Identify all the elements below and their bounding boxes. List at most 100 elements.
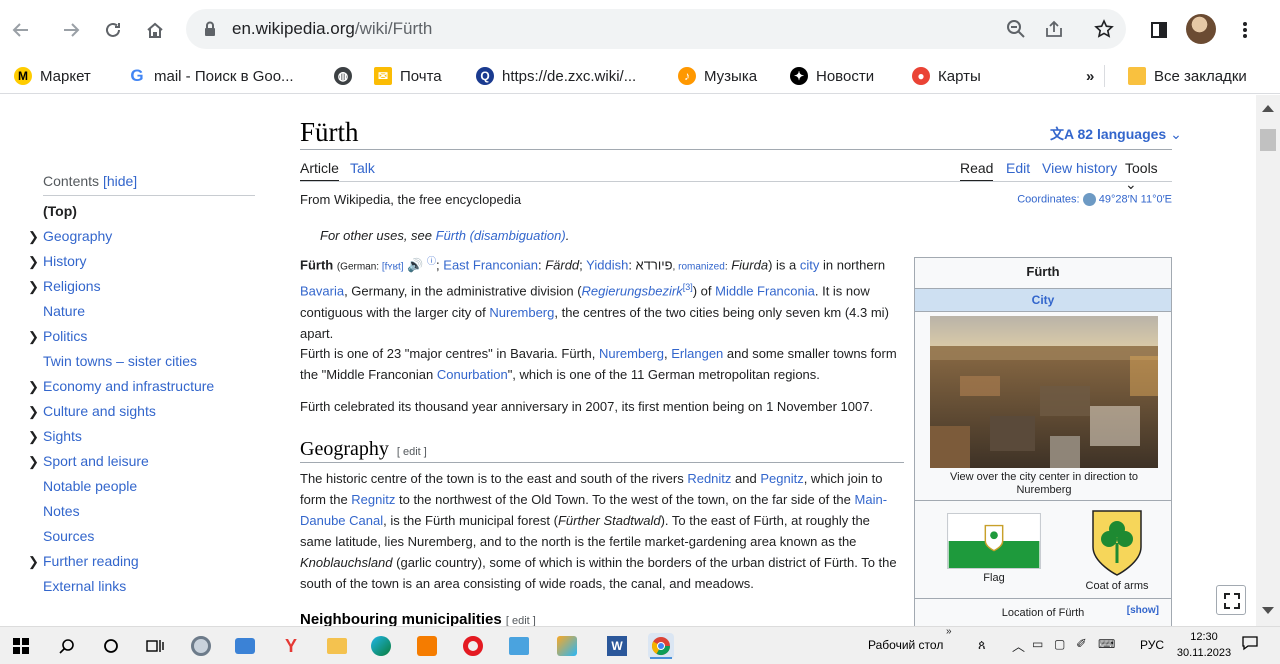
chevron-right-icon[interactable]: ❯: [28, 424, 39, 449]
tab-tools[interactable]: Tools ⌄: [1125, 160, 1172, 193]
forward-arrow-icon[interactable]: [54, 13, 88, 47]
toc-item-politics[interactable]: ❯ Politics: [28, 324, 258, 349]
reload-icon[interactable]: [96, 13, 130, 47]
tab-edit[interactable]: Edit: [1006, 160, 1030, 176]
address-bar[interactable]: en.wikipedia.org/wiki/Fürth: [186, 9, 1126, 49]
toc-item-nature[interactable]: Nature: [28, 299, 258, 324]
menu-kebab-icon[interactable]: [1228, 13, 1262, 47]
zoom-out-icon[interactable]: [1004, 17, 1028, 41]
people-icon[interactable]: ጰ: [978, 637, 986, 653]
bookmark-pochta[interactable]: ✉ Почта: [374, 66, 442, 86]
flag-image[interactable]: [947, 513, 1041, 569]
network-icon[interactable]: ▢: [1054, 637, 1065, 651]
toc-item-external-links[interactable]: External links: [28, 574, 258, 599]
chevron-right-icon[interactable]: ❯: [28, 249, 39, 274]
bookmark-globe[interactable]: ◍: [334, 66, 360, 86]
bookmark-maps[interactable]: ● Карты: [912, 66, 981, 86]
paint-app-icon[interactable]: [554, 633, 580, 659]
all-bookmarks-folder[interactable]: Все закладки: [1128, 66, 1247, 86]
edit-section-link[interactable]: [ edit ]: [397, 446, 427, 458]
tab-view-history[interactable]: View history: [1042, 160, 1117, 176]
notifications-icon[interactable]: [1242, 635, 1258, 656]
toc-item-sources[interactable]: Sources: [28, 524, 258, 549]
edge-icon[interactable]: [368, 633, 394, 659]
toc-hide-link[interactable]: [hide]: [103, 173, 137, 189]
hatnote-link[interactable]: Fürth (disambiguation): [436, 228, 566, 243]
toc-item-top[interactable]: (Top): [28, 199, 258, 224]
toc-item-further-reading[interactable]: ❯ Further reading: [28, 549, 258, 574]
speaker-icon[interactable]: 🔊: [407, 257, 423, 272]
scroll-up-arrow-icon[interactable]: [1262, 105, 1274, 112]
chrome-taskbar-icon[interactable]: [648, 633, 674, 659]
toc-item-geography[interactable]: ❯ Geography: [28, 224, 258, 249]
toc-item-economy[interactable]: ❯ Economy and infrastructure: [28, 374, 258, 399]
tab-read[interactable]: Read: [960, 160, 994, 182]
toolbar-chevron-icon[interactable]: »: [946, 626, 952, 637]
back-arrow-icon[interactable]: [4, 13, 38, 47]
tab-article[interactable]: Article: [300, 160, 339, 182]
bookmark-star-icon[interactable]: [1092, 17, 1116, 41]
bookmark-news[interactable]: ✦ Новости: [790, 66, 874, 86]
bookmark-zxc-wiki[interactable]: Q https://de.zxc.wiki/...: [476, 66, 636, 86]
toc-item-sights[interactable]: ❯ Sights: [28, 424, 258, 449]
edit-section-link[interactable]: [ edit ]: [506, 615, 536, 626]
word-icon[interactable]: W: [604, 633, 630, 659]
share-icon[interactable]: [1042, 17, 1066, 41]
side-panel-icon[interactable]: [1142, 13, 1176, 47]
coordinates[interactable]: Coordinates: 49°28′N 11°0′E: [1017, 193, 1172, 206]
clock[interactable]: 12:30 30.11.2023: [1172, 629, 1236, 661]
bookmarks-bar: M Маркет G mail - Поиск в Goo... ◍ ✉ Поч…: [0, 58, 1280, 94]
chevron-right-icon[interactable]: ❯: [28, 374, 39, 399]
url-text[interactable]: en.wikipedia.org/wiki/Fürth: [232, 19, 432, 39]
profile-avatar[interactable]: [1186, 14, 1216, 44]
file-explorer-icon[interactable]: [324, 633, 350, 659]
desktop-toolbar-label[interactable]: Рабочий стол: [868, 638, 943, 652]
bookmarks-overflow-chevron-icon[interactable]: »: [1086, 66, 1094, 86]
chevron-right-icon[interactable]: ❯: [28, 224, 39, 249]
info-icon[interactable]: ⓘ: [427, 256, 436, 266]
page-scrollbar[interactable]: [1256, 95, 1280, 626]
lead-paragraph-2: Fürth is one of 23 "major centres" in Ba…: [300, 346, 897, 382]
toc-item-notable-people[interactable]: Notable people: [28, 474, 258, 499]
languages-button[interactable]: 文A 82 languages ⌄: [1050, 124, 1182, 144]
keyboard-icon[interactable]: ⌨: [1098, 637, 1115, 651]
coat-of-arms-image[interactable]: [1087, 505, 1147, 579]
chevron-right-icon[interactable]: ❯: [28, 399, 39, 424]
toc-item-culture[interactable]: ❯ Culture and sights: [28, 399, 258, 424]
scroll-down-arrow-icon[interactable]: [1262, 607, 1274, 614]
bookmark-market[interactable]: M Маркет: [14, 66, 91, 86]
app-icon-circle[interactable]: [188, 633, 214, 659]
cortana-icon[interactable]: [98, 633, 124, 659]
chevron-right-icon[interactable]: ❯: [28, 449, 39, 474]
media-app-icon[interactable]: [414, 633, 440, 659]
yandex-browser-icon[interactable]: Y: [278, 633, 304, 659]
city-aerial-photo[interactable]: [930, 316, 1158, 468]
toc-item-religions[interactable]: ❯ Religions: [28, 274, 258, 299]
lock-icon[interactable]: [204, 21, 216, 42]
bookmark-music[interactable]: ♪ Музыка: [678, 66, 757, 86]
toc-item-sport[interactable]: ❯ Sport and leisure: [28, 449, 258, 474]
photos-app-icon[interactable]: [506, 633, 532, 659]
tray-expand-icon[interactable]: ︿: [1012, 636, 1025, 655]
chevron-right-icon[interactable]: ❯: [28, 549, 39, 574]
search-icon[interactable]: [54, 633, 80, 659]
scroll-thumb[interactable]: [1260, 129, 1276, 151]
chevron-right-icon[interactable]: ❯: [28, 274, 39, 299]
bookmark-mail-search[interactable]: G mail - Поиск в Goo...: [128, 66, 294, 86]
toc-item-notes[interactable]: Notes: [28, 499, 258, 524]
infobox-subtitle[interactable]: City: [915, 288, 1171, 312]
input-language[interactable]: РУС: [1140, 638, 1164, 652]
task-view-icon[interactable]: [142, 633, 168, 659]
battery-icon[interactable]: ▭: [1032, 637, 1043, 651]
home-icon[interactable]: [138, 13, 172, 47]
opera-icon[interactable]: [460, 633, 486, 659]
pen-icon[interactable]: ✐: [1076, 636, 1087, 652]
infobox-show-toggle[interactable]: [show]: [1127, 605, 1159, 616]
toc-item-twin-towns[interactable]: Twin towns – sister cities: [28, 349, 258, 374]
chevron-right-icon[interactable]: ❯: [28, 324, 39, 349]
toc-item-history[interactable]: ❯ History: [28, 249, 258, 274]
mail-app-icon[interactable]: [232, 633, 258, 659]
fullscreen-icon[interactable]: [1216, 585, 1246, 615]
tab-talk[interactable]: Talk: [350, 160, 375, 176]
windows-start-icon[interactable]: [8, 633, 34, 659]
